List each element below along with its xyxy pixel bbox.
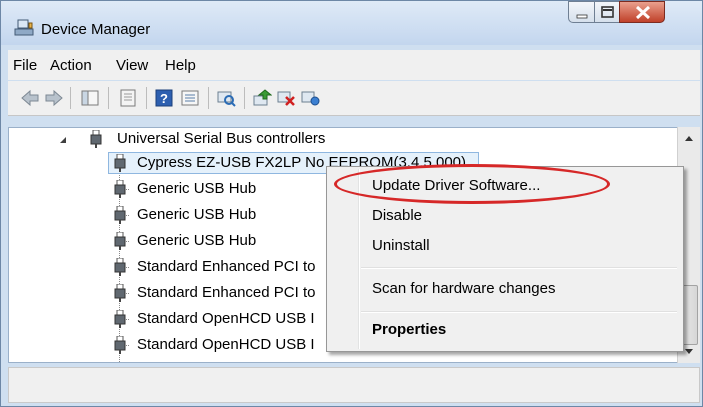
menu-view[interactable]: View: [116, 57, 148, 74]
toolbar-separator: [108, 87, 109, 109]
help-icon[interactable]: ?: [154, 89, 174, 107]
menu-gutter: [358, 169, 360, 349]
maximize-icon: [601, 6, 614, 18]
maximize-button[interactable]: [594, 1, 620, 23]
scroll-up-icon[interactable]: [685, 136, 693, 141]
window-title: Device Manager: [41, 21, 151, 38]
show-hide-tree-icon[interactable]: [80, 89, 100, 107]
svg-text:?: ?: [160, 91, 168, 106]
menu-item-scan[interactable]: Scan for hardware changes: [372, 280, 555, 297]
usb-plug-icon: [114, 336, 126, 354]
usb-plug-icon: [114, 154, 126, 172]
usb-plug-icon: [114, 232, 126, 250]
update-driver-icon[interactable]: [252, 89, 272, 107]
device-manager-app-icon: [14, 19, 34, 36]
usb-plug-icon: [114, 310, 126, 328]
view-icon[interactable]: [180, 89, 200, 107]
uninstall-icon[interactable]: [276, 89, 296, 107]
close-icon: [635, 5, 651, 20]
title-bar[interactable]: Device Manager: [1, 1, 702, 45]
tree-item-label: Standard OpenHCD USB I: [137, 336, 315, 353]
menu-item-uninstall[interactable]: Uninstall: [372, 237, 430, 254]
toolbar: ?: [8, 81, 700, 116]
toolbar-separator: [146, 87, 147, 109]
expand-arrow-icon[interactable]: [59, 136, 67, 144]
tree-item-label: Generic USB Hub: [137, 206, 257, 223]
annotation-highlight-oval: [334, 164, 610, 204]
back-icon[interactable]: [20, 89, 40, 107]
tree-item-label: Standard Enhanced PCI to: [137, 284, 316, 301]
menu-separator: [361, 311, 677, 313]
status-bar: [8, 367, 700, 403]
tree-item-label: Generic USB Hub: [137, 232, 257, 249]
close-button[interactable]: [619, 1, 665, 23]
menu-help[interactable]: Help: [165, 57, 196, 74]
properties-icon[interactable]: [118, 89, 138, 107]
usb-plug-icon: [114, 258, 126, 276]
usb-plug-icon: [114, 180, 126, 198]
scan-hardware-icon[interactable]: [216, 89, 236, 107]
toolbar-separator: [208, 87, 209, 109]
minimize-icon: [576, 14, 588, 19]
menu-item-properties[interactable]: Properties: [372, 321, 446, 338]
menu-action[interactable]: Action: [50, 57, 92, 74]
tree-item-label: Generic USB Hub: [137, 180, 257, 197]
usb-plug-icon: [90, 130, 102, 148]
menu-file[interactable]: File: [13, 57, 37, 74]
category-label: Universal Serial Bus controllers: [117, 130, 326, 147]
menu-item-disable[interactable]: Disable: [372, 207, 422, 224]
toolbar-separator: [70, 87, 71, 109]
toolbar-separator: [244, 87, 245, 109]
menu-bar: File Action View Help: [8, 50, 700, 80]
enable-icon[interactable]: [300, 89, 320, 107]
usb-plug-icon: [114, 206, 126, 224]
usb-plug-icon: [114, 284, 126, 302]
minimize-button[interactable]: [568, 1, 595, 23]
tree-item-label: Standard Enhanced PCI to: [137, 258, 316, 275]
menu-separator: [361, 267, 677, 269]
scroll-down-icon[interactable]: [685, 349, 693, 354]
forward-icon[interactable]: [44, 89, 64, 107]
tree-item-label: Standard OpenHCD USB I: [137, 310, 315, 327]
